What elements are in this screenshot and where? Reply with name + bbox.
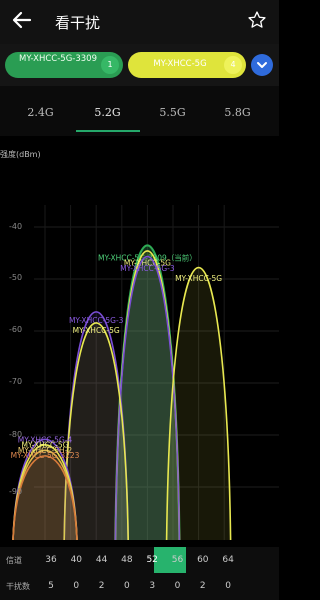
- count-cell: 5: [48, 581, 54, 591]
- series-label: MY-XHCC-5G-3: [120, 264, 175, 273]
- channel-cell[interactable]: 40: [63, 555, 89, 565]
- series-label: MY-XHCC-5G: [73, 326, 120, 335]
- series-label: MY-XHCC-5G: [175, 274, 222, 283]
- count-cell: 2: [199, 581, 206, 591]
- count-cell: 0: [225, 581, 231, 591]
- y-tick-label: -40: [9, 222, 23, 231]
- count-cell: 0: [73, 581, 80, 591]
- y-tick-label: -50: [9, 273, 23, 282]
- count-cell: 2: [98, 581, 105, 591]
- count-cell: 3: [149, 581, 156, 591]
- channel-cell[interactable]: 36: [38, 555, 64, 565]
- channel-row-label: 信道: [6, 556, 22, 565]
- count-row-label: 干扰数: [6, 582, 30, 591]
- channel-cell[interactable]: 64: [215, 555, 241, 565]
- y-tick-label: -80: [9, 430, 23, 439]
- series-label: MY-XHCC-5G-3223: [11, 451, 80, 460]
- channel-cell[interactable]: 56: [165, 555, 191, 565]
- y-tick-label: -60: [9, 325, 23, 334]
- y-tick-label: -90: [9, 487, 23, 496]
- count-cell: 0: [174, 581, 181, 591]
- signal-curve: [165, 266, 232, 541]
- channel-cell[interactable]: 48: [114, 555, 140, 565]
- channel-cell[interactable]: 52: [139, 555, 165, 565]
- channel-cell[interactable]: 60: [190, 555, 216, 565]
- count-cell: 0: [124, 581, 130, 591]
- channel-cell[interactable]: 44: [89, 555, 115, 565]
- y-tick-label: -70: [9, 377, 23, 386]
- interference-chart: MY-XHCC-5G-3309（当前）MY-XHCC-5GMY-XHCC-5G-…: [11, 205, 279, 541]
